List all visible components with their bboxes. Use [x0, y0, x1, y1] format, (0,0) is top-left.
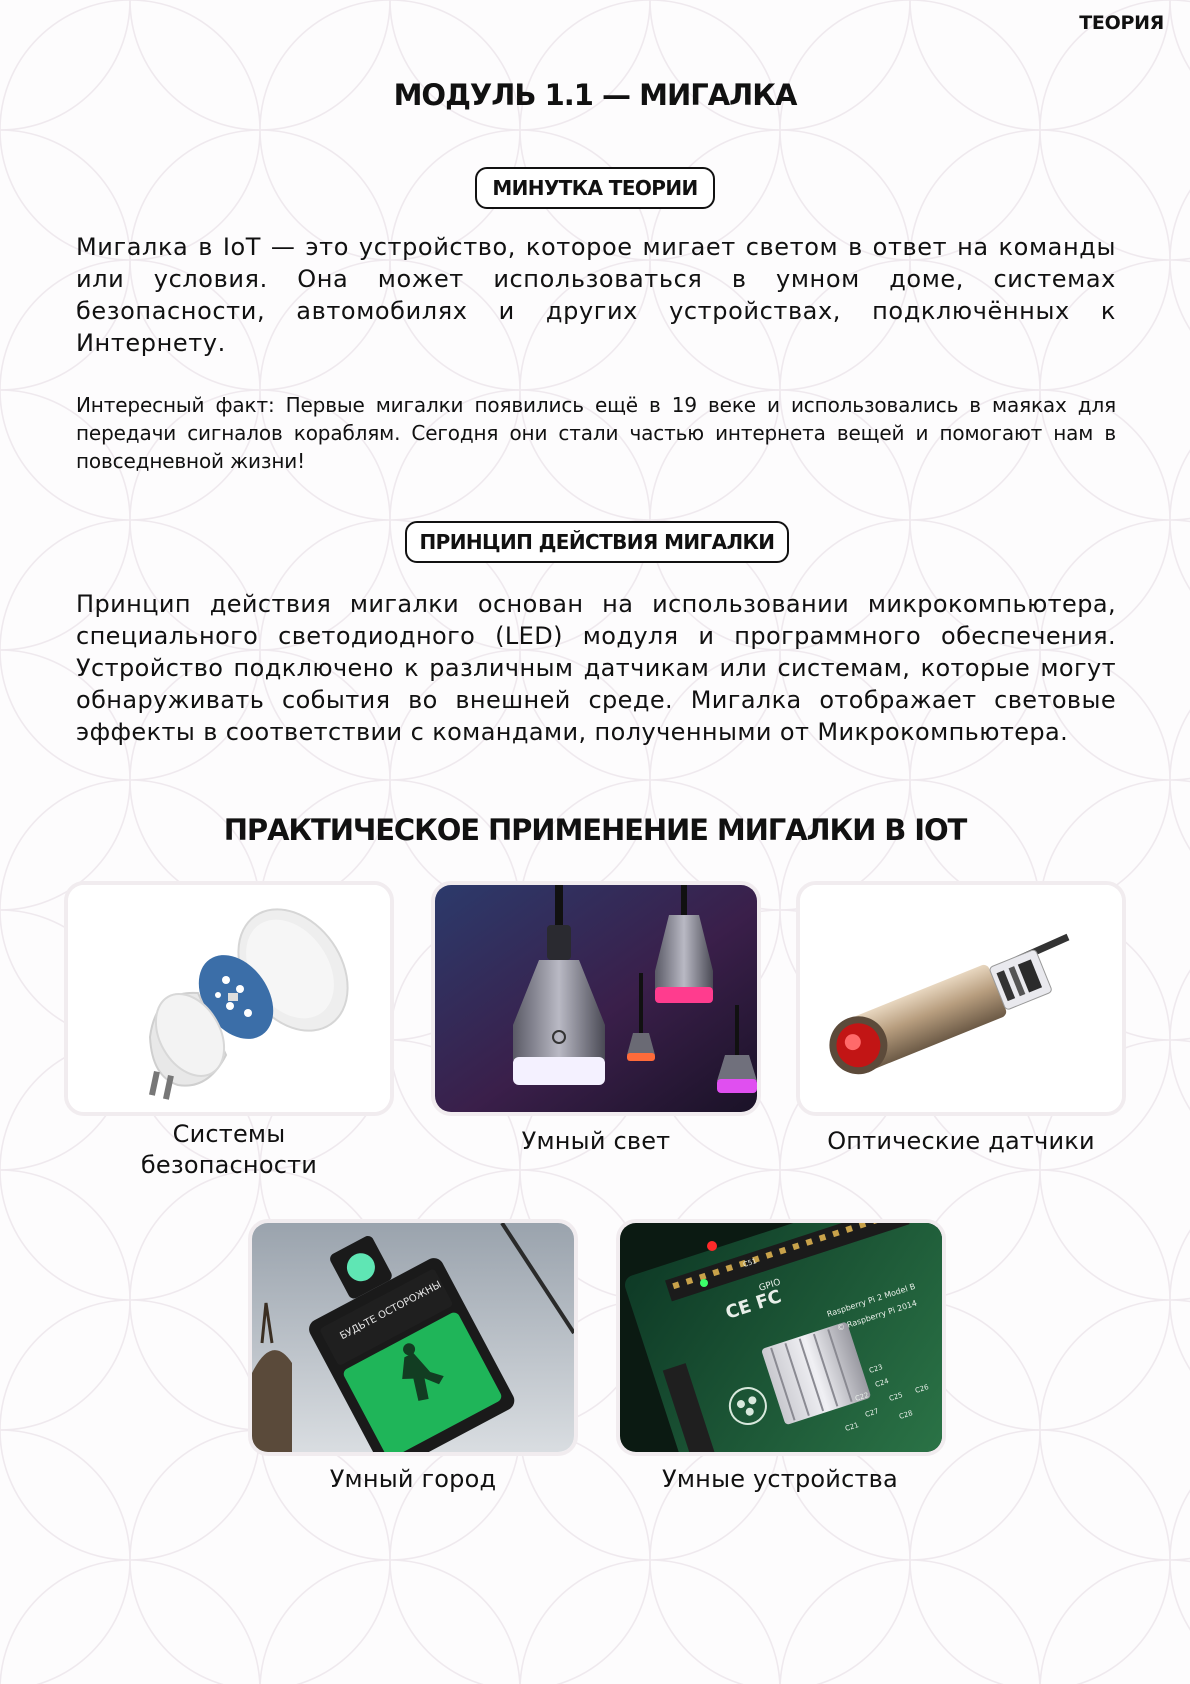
caption-smart-city: Умный город	[329, 1465, 497, 1493]
module-title: МОДУЛЬ 1.1 — МИГАЛКА	[393, 78, 798, 112]
section-label: ТЕОРИЯ	[1079, 12, 1164, 34]
caption-security-systems: Системы безопасности	[140, 1120, 318, 1179]
principle-paragraph: Принцип действия мигалки основан на испо…	[76, 590, 1116, 746]
theory-pill-label: МИНУТКА ТЕОРИИ	[475, 167, 715, 209]
interesting-fact: Интересный факт: Первые мигалки появилис…	[76, 393, 1116, 473]
smart-traffic-light-image: БУДЬТЕ ОСТОРОЖНЫ	[248, 1219, 578, 1456]
caption-smart-devices: Умные устройства	[662, 1465, 898, 1493]
theory-paragraph: Мигалка в IoT — это устройство, которое …	[76, 233, 1116, 357]
smart-light-bulbs-image	[431, 881, 761, 1116]
caption-optical-sensors: Оптические датчики	[827, 1127, 1095, 1155]
raspberry-pi-board-image: GPIO CE FC Raspberry Pi 2 Model B © Rasp…	[616, 1219, 946, 1456]
document-page: ТЕОРИЯ МОДУЛЬ 1.1 — МИГАЛКА МИНУТКА ТЕОР…	[0, 0, 1190, 1684]
applications-heading: ПРАКТИЧЕСКОЕ ПРИМЕНЕНИЕ МИГАЛКИ В IOT	[223, 813, 968, 847]
security-sensor-image	[64, 881, 394, 1116]
optical-sensor-image	[796, 881, 1126, 1116]
principle-pill-label: ПРИНЦИП ДЕЙСТВИЯ МИГАЛКИ	[405, 521, 789, 563]
caption-smart-light: Умный свет	[521, 1127, 671, 1155]
